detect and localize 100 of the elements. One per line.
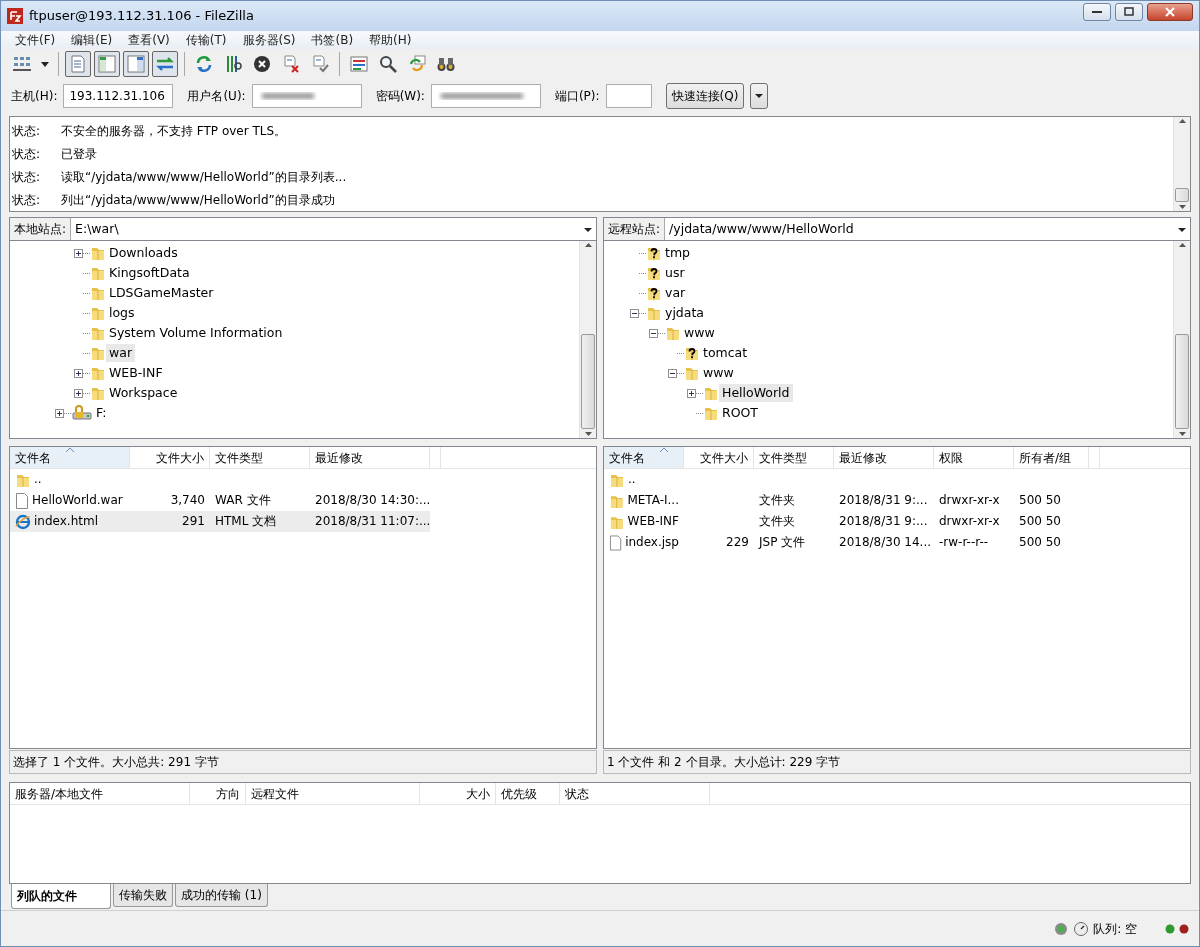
tree-item[interactable]: HelloWorld: [719, 384, 793, 402]
toolbar-button[interactable]: [94, 51, 120, 77]
expander-icon[interactable]: [74, 248, 83, 258]
table-cell-text: 500 50: [1018, 513, 1062, 530]
column-header[interactable]: 最近修改: [834, 447, 934, 468]
file-icon: [609, 534, 623, 551]
folder-icon: [90, 285, 106, 301]
expander-icon[interactable]: [687, 388, 696, 398]
quickconnect-button[interactable]: 快速连接(Q): [665, 83, 745, 109]
menu-item[interactable]: 传输(T): [177, 31, 235, 49]
maximize-button[interactable]: [1115, 3, 1143, 21]
menu-item[interactable]: 查看(V): [120, 31, 178, 49]
column-header[interactable]: 权限: [934, 447, 1014, 468]
menu-item[interactable]: 编辑(E): [63, 31, 121, 49]
tree-item[interactable]: www: [700, 364, 737, 382]
tree-item[interactable]: WEB-INF: [106, 364, 166, 382]
scrollbar[interactable]: [1173, 241, 1190, 438]
minimize-icon: [1092, 11, 1102, 13]
file-name[interactable]: HelloWorld.war: [32, 490, 123, 511]
tree-item[interactable]: tmp: [662, 244, 693, 262]
expander-icon[interactable]: [649, 328, 658, 338]
scrollbar[interactable]: [1173, 117, 1190, 211]
log-message: 不安全的服务器，不支持 FTP over TLS。: [61, 122, 287, 140]
menu-item[interactable]: 帮助(H): [361, 31, 420, 49]
menu-item[interactable]: 服务器(S): [234, 31, 304, 49]
tab[interactable]: 成功的传输 (1): [175, 884, 268, 907]
gauge-icon: [1073, 920, 1090, 937]
column-header[interactable]: 方向: [190, 783, 246, 804]
column-header[interactable]: 文件名: [604, 447, 684, 468]
tree-item[interactable]: var: [662, 284, 689, 302]
port-field[interactable]: [605, 84, 652, 108]
column-header[interactable]: 文件类型: [754, 447, 834, 468]
file-name[interactable]: ..: [34, 469, 42, 490]
tree-item[interactable]: usr: [662, 264, 688, 282]
table-cell-text: 3,740: [169, 492, 206, 509]
minimize-button[interactable]: [1083, 3, 1111, 21]
tree-item[interactable]: LDSGameMaster: [106, 284, 217, 302]
expander-icon[interactable]: [74, 368, 83, 378]
folder-icon: [90, 325, 106, 341]
column-header[interactable]: 文件名: [10, 447, 130, 468]
field-label: 用户名(U):: [187, 88, 246, 105]
tab[interactable]: 列队的文件: [11, 884, 111, 909]
file-name[interactable]: index.jsp: [625, 532, 679, 553]
field-label: 密码(W):: [375, 88, 425, 105]
toolbar-button[interactable]: [65, 51, 91, 77]
file-name[interactable]: WEB-INF: [627, 511, 679, 532]
file-name[interactable]: META-I...: [627, 490, 679, 511]
file-name[interactable]: ..: [628, 469, 636, 490]
toolbar-button[interactable]: [123, 51, 149, 77]
table-cell-text: JSP 文件: [757, 534, 807, 551]
column-header[interactable]: 服务器/本地文件: [10, 783, 190, 804]
column-header[interactable]: 所有者/组: [1014, 447, 1089, 468]
tree-item[interactable]: F:: [93, 404, 110, 422]
tree-item[interactable]: ROOT: [719, 404, 761, 422]
tree-item[interactable]: www: [681, 324, 718, 342]
panel-icon: [97, 54, 117, 74]
column-header[interactable]: 优先级: [496, 783, 560, 804]
scroll-thumb[interactable]: [1175, 188, 1189, 202]
tree-item[interactable]: tomcat: [700, 344, 751, 362]
table-cell: 291: [130, 511, 210, 532]
folder-icon: [703, 405, 719, 421]
dropdown-button[interactable]: [750, 83, 769, 109]
caret-icon: [755, 94, 764, 98]
scroll-up-icon[interactable]: [1177, 117, 1187, 126]
scroll-thumb[interactable]: [1175, 334, 1189, 429]
table-cell-text: 500 50: [1018, 492, 1062, 509]
table-cell-text: -rw-r--r--: [938, 534, 990, 551]
column-header[interactable]: 远程文件: [246, 783, 420, 804]
column-header[interactable]: 文件大小: [130, 447, 210, 468]
menu-item[interactable]: 文件(F): [7, 31, 64, 49]
panel-icon: [126, 54, 146, 74]
scrollbar[interactable]: [579, 241, 596, 438]
close-button[interactable]: [1147, 3, 1193, 21]
column-header[interactable]: 状态: [560, 783, 710, 804]
tree-item[interactable]: yjdata: [662, 304, 708, 322]
host-field[interactable]: 193.112.31.106: [63, 84, 174, 108]
tree-item[interactable]: war: [106, 344, 136, 362]
scroll-thumb[interactable]: [581, 334, 595, 429]
tree-item[interactable]: System Volume Information: [106, 324, 286, 342]
username-field[interactable]: [251, 84, 362, 108]
document-x-icon: [281, 54, 301, 74]
password-field[interactable]: [430, 84, 541, 108]
tab[interactable]: 传输失败: [113, 884, 173, 907]
column-header[interactable]: 最近修改: [310, 447, 430, 468]
log-label: 状态:: [12, 191, 42, 209]
expander-icon[interactable]: [55, 408, 64, 418]
column-header[interactable]: 文件大小: [684, 447, 754, 468]
column-header[interactable]: 文件类型: [210, 447, 310, 468]
log-message: 读取“/yjdata/www/www/HelloWorld”的目录列表...: [61, 168, 347, 186]
folder-icon: [703, 385, 719, 401]
column-header[interactable]: 大小: [420, 783, 496, 804]
tree-item[interactable]: logs: [106, 304, 138, 322]
tree-item[interactable]: Downloads: [106, 244, 181, 262]
expander-icon[interactable]: [668, 368, 677, 378]
tree-item[interactable]: KingsoftData: [106, 264, 193, 282]
table-cell-text: 2018/8/30 14...: [838, 534, 933, 551]
expander-icon[interactable]: [630, 308, 639, 318]
expander-icon[interactable]: [74, 388, 83, 398]
menu-item[interactable]: 书签(B): [303, 31, 362, 49]
tree-item[interactable]: Workspace: [106, 384, 181, 402]
